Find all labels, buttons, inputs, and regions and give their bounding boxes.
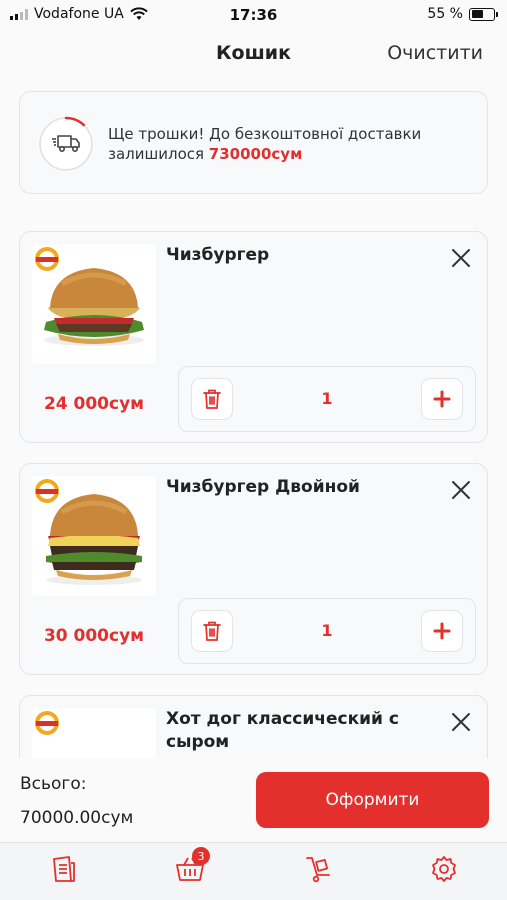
delete-item-button[interactable] — [191, 378, 233, 420]
free-delivery-banner: Ще трошки! До безкоштовної доставки зали… — [19, 91, 488, 194]
increase-quantity-button[interactable] — [421, 610, 463, 652]
settings-icon — [432, 856, 456, 882]
close-icon[interactable] — [449, 478, 473, 502]
cart-item: Чизбургер 24 000сум 1 — [19, 231, 488, 443]
product-image — [32, 244, 156, 364]
delivery-message: Ще трошки! До безкоштовної доставки зали… — [108, 124, 478, 164]
delivery-cart-icon — [306, 857, 330, 883]
tab-delivery[interactable] — [298, 849, 338, 889]
delete-item-button[interactable] — [191, 610, 233, 652]
bottom-tab-bar: 3 — [0, 842, 507, 900]
tab-settings[interactable] — [424, 849, 464, 889]
total-value: 70000.00сум — [20, 808, 134, 828]
truck-icon — [52, 135, 80, 153]
quantity-value: 1 — [321, 389, 333, 408]
increase-quantity-button[interactable] — [421, 378, 463, 420]
close-icon[interactable] — [449, 710, 473, 734]
quantity-stepper: 1 — [178, 598, 476, 664]
delivery-remaining-amount: 730000сум — [208, 145, 303, 163]
tab-menu[interactable] — [44, 849, 84, 889]
status-bar: Vodafone UA 17:36 55 % — [0, 0, 507, 30]
product-name: Чизбургер — [166, 245, 270, 265]
battery-status: 55 % — [427, 6, 498, 22]
product-price: 30 000сум — [43, 626, 145, 646]
delivery-progress-ring — [38, 116, 94, 172]
plus-icon — [433, 390, 451, 408]
order-summary: Всього: 70000.00сум Оформити — [0, 758, 507, 842]
garage-logo-icon — [35, 711, 59, 735]
product-price: 24 000сум — [43, 394, 145, 414]
header: Кошик Очистити — [0, 36, 507, 72]
trash-icon — [203, 621, 221, 641]
product-image — [32, 476, 156, 596]
battery-percent: 55 % — [427, 6, 463, 22]
product-name: Чизбургер Двойной — [166, 477, 360, 497]
plus-icon — [433, 622, 451, 640]
battery-icon — [469, 7, 498, 21]
checkout-button[interactable]: Оформити — [256, 772, 489, 828]
quantity-value: 1 — [321, 621, 333, 640]
close-icon[interactable] — [449, 246, 473, 270]
cart-item: Чизбургер Двойной 30 000сум 1 — [19, 463, 488, 675]
trash-icon — [203, 389, 221, 409]
product-name: Хот дог классический с сыром — [166, 709, 399, 752]
total-label: Всього: — [20, 774, 87, 794]
cart-count-badge: 3 — [192, 847, 210, 865]
garage-logo-icon — [35, 479, 59, 503]
garage-logo-icon — [35, 247, 59, 271]
tab-cart[interactable]: 3 — [170, 847, 210, 889]
clear-cart-button[interactable]: Очистити — [387, 42, 483, 64]
quantity-stepper: 1 — [178, 366, 476, 432]
menu-icon — [53, 856, 75, 882]
